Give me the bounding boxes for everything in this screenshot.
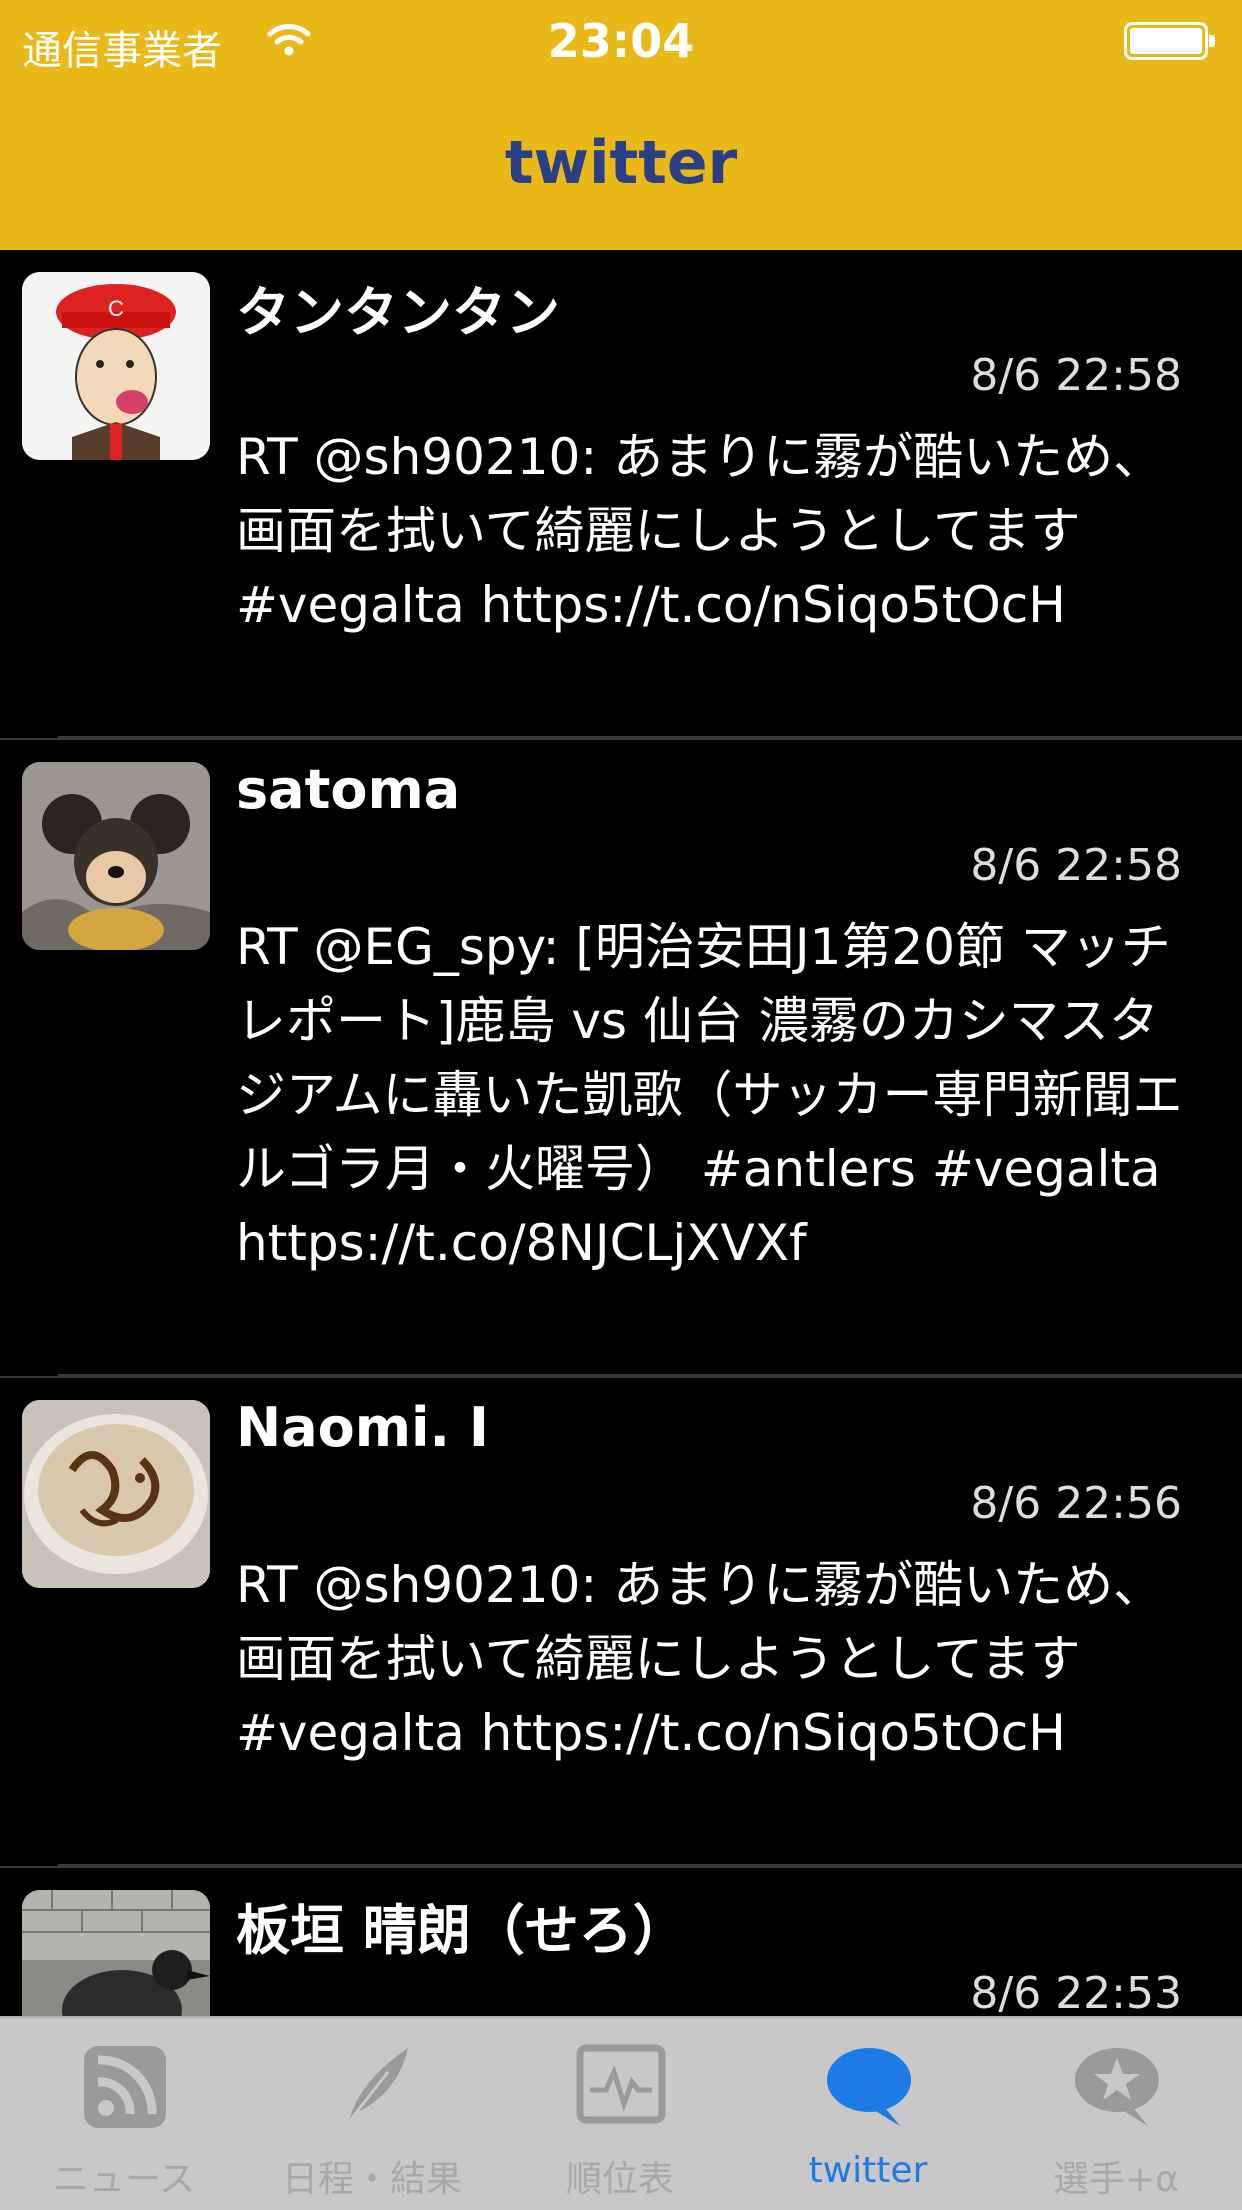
speech-bubble-icon [827,2048,911,2126]
tweet-timestamp: 8/6 22:53 [970,1968,1182,2016]
status-time: 23:04 [547,14,695,68]
navigation-header: 通信事業者 23:04 twitter [0,0,1242,250]
divider [58,1864,1242,1866]
tab-label: ニュース [52,2159,196,2200]
crow-photo-icon [22,1890,210,2016]
tweet-row[interactable]: C タンタンタン 8/6 22:58 RT @sh90210: あまりに霧が酷い… [0,250,1242,740]
star-bubble-icon [1075,2048,1159,2126]
rss-icon [84,2046,166,2128]
chart-monitor-icon [576,2044,666,2124]
status-bar: 通信事業者 23:04 [0,0,1242,82]
feather-icon [342,2048,408,2129]
tweet-timestamp: 8/6 22:58 [970,840,1182,891]
tweet-timestamp: 8/6 22:58 [970,350,1182,401]
page-title: twitter [504,128,738,198]
avatar[interactable] [22,1890,210,2016]
divider [58,1374,1242,1376]
mouse-figure-icon [22,762,210,950]
tweet-username: satoma [236,758,461,821]
divider [58,736,1242,738]
avatar[interactable]: C [22,272,210,460]
tab-schedule[interactable]: 日程・結果 [248,2018,496,2210]
tweet-row[interactable]: Naomi. I 8/6 22:56 RT @sh90210: あまりに霧が酷い… [0,1378,1242,1868]
tweet-text: RT @sh90210: あまりに霧が酷いため、画面を拭いて綺麗にしようとしてま… [236,1556,1164,1762]
tab-label: 順位表 [565,2159,674,2200]
battery-icon [1124,22,1215,60]
tab-label: 日程・結果 [281,2159,462,2200]
cartoon-face-icon: C [22,272,210,460]
tab-standings[interactable]: 順位表 [496,2018,744,2210]
tweet-text: RT @sh90210: あまりに霧が酷いため、画面を拭いて綺麗にしようとしてま… [236,428,1164,634]
tab-news[interactable]: ニュース [0,2018,248,2210]
avatar[interactable] [22,1400,210,1588]
tweet-list[interactable]: C タンタンタン 8/6 22:58 RT @sh90210: あまりに霧が酷い… [0,250,1242,2016]
tab-twitter[interactable]: twitter [744,2018,992,2210]
tweet-text: RT @EG_spy: [明治安田J1第20節 マッチレポート]鹿島 vs 仙台… [236,918,1183,1272]
latte-art-icon [22,1400,210,1588]
tweet-row[interactable]: satoma 8/6 22:58 RT @EG_spy: [明治安田J1第20節… [0,740,1242,1378]
tweet-username: タンタンタン [236,281,560,344]
tweet-username: Naomi. I [236,1396,489,1459]
tweet-timestamp: 8/6 22:56 [970,1478,1182,1529]
tab-players[interactable]: 選手+α [992,2018,1240,2210]
tab-bar: ニュース 日程・結果 順位表 twitter 選手+α [0,2016,1242,2210]
tweet-username: 板垣 晴朗（せろ） [236,1899,687,1962]
tab-label: twitter [808,2150,928,2191]
tweet-row[interactable]: 板垣 晴朗（せろ） 8/6 22:53 [0,1868,1242,2016]
avatar[interactable] [22,762,210,950]
svg-text:C: C [108,296,124,321]
tab-label: 選手+α [1053,2159,1179,2200]
